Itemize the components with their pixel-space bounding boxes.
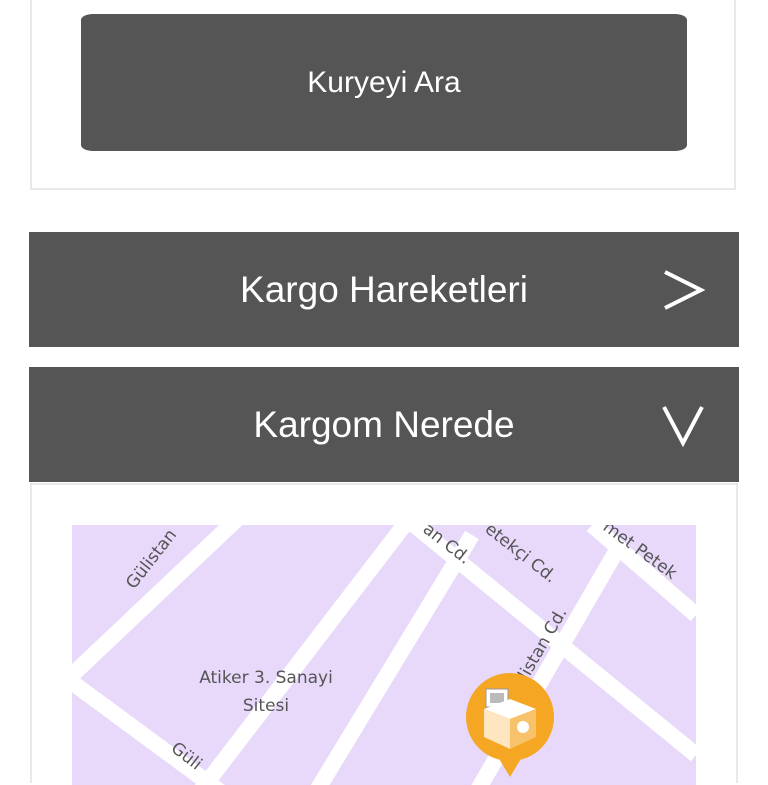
chevron-right-icon (661, 268, 705, 312)
call-courier-button[interactable]: Kuryeyi Ara (81, 14, 687, 151)
road-label-petekci-cd: etekçi Cd. (481, 525, 560, 587)
call-courier-label: Kuryeyi Ara (307, 65, 461, 99)
where-is-my-cargo-header[interactable]: Kargom Nerede (29, 367, 739, 482)
cargo-movements-label: Kargo Hareketleri (240, 268, 528, 310)
map-view[interactable]: Gülistan an Cd. etekçi Cd. met Petek üli… (72, 525, 696, 785)
chevron-down-icon (661, 403, 705, 447)
map-roads (72, 525, 696, 785)
place-label-atiker-2: Sitesi (243, 696, 289, 716)
cargo-box-icon[interactable] (466, 673, 554, 777)
place-label-atiker-1: Atiker 3. Sanayi (199, 668, 333, 688)
where-is-my-cargo-label: Kargom Nerede (253, 403, 515, 445)
cargo-movements-header[interactable]: Kargo Hareketleri (29, 232, 739, 347)
